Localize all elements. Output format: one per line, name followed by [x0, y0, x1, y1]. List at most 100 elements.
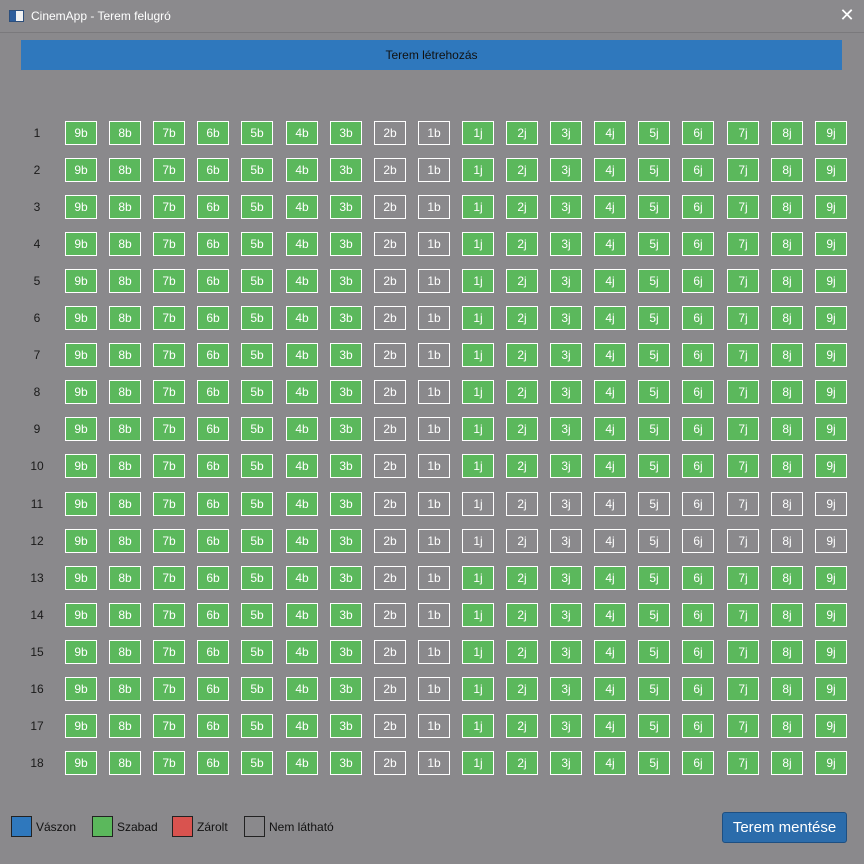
seat-15-9b[interactable]: 9b	[65, 640, 97, 664]
seat-3-3j[interactable]: 3j	[550, 195, 582, 219]
seat-3-4j[interactable]: 4j	[594, 195, 626, 219]
seat-5-4b[interactable]: 4b	[286, 269, 318, 293]
seat-7-7j[interactable]: 7j	[727, 343, 759, 367]
seat-16-4b[interactable]: 4b	[286, 677, 318, 701]
seat-2-9b[interactable]: 9b	[65, 158, 97, 182]
seat-1-4j[interactable]: 4j	[594, 121, 626, 145]
seat-11-3b[interactable]: 3b	[330, 492, 362, 516]
seat-18-5j[interactable]: 5j	[638, 751, 670, 775]
seat-18-2b[interactable]: 2b	[374, 751, 406, 775]
seat-7-1j[interactable]: 1j	[462, 343, 494, 367]
seat-11-2b[interactable]: 2b	[374, 492, 406, 516]
seat-10-1b[interactable]: 1b	[418, 454, 450, 478]
seat-10-7b[interactable]: 7b	[153, 454, 185, 478]
seat-3-4b[interactable]: 4b	[286, 195, 318, 219]
seat-14-3b[interactable]: 3b	[330, 603, 362, 627]
seat-14-4j[interactable]: 4j	[594, 603, 626, 627]
seat-4-3b[interactable]: 3b	[330, 232, 362, 256]
seat-8-9j[interactable]: 9j	[815, 380, 847, 404]
seat-10-9j[interactable]: 9j	[815, 454, 847, 478]
seat-12-8j[interactable]: 8j	[771, 529, 803, 553]
seat-4-4b[interactable]: 4b	[286, 232, 318, 256]
seat-15-2b[interactable]: 2b	[374, 640, 406, 664]
seat-2-5b[interactable]: 5b	[241, 158, 273, 182]
seat-15-5b[interactable]: 5b	[241, 640, 273, 664]
seat-12-9b[interactable]: 9b	[65, 529, 97, 553]
seat-9-2j[interactable]: 2j	[506, 417, 538, 441]
seat-11-4b[interactable]: 4b	[286, 492, 318, 516]
seat-9-5b[interactable]: 5b	[241, 417, 273, 441]
seat-14-7j[interactable]: 7j	[727, 603, 759, 627]
seat-16-6j[interactable]: 6j	[682, 677, 714, 701]
seat-4-2j[interactable]: 2j	[506, 232, 538, 256]
seat-18-6b[interactable]: 6b	[197, 751, 229, 775]
seat-1-9b[interactable]: 9b	[65, 121, 97, 145]
seat-17-7b[interactable]: 7b	[153, 714, 185, 738]
seat-3-6b[interactable]: 6b	[197, 195, 229, 219]
seat-7-2b[interactable]: 2b	[374, 343, 406, 367]
seat-1-4b[interactable]: 4b	[286, 121, 318, 145]
seat-1-5j[interactable]: 5j	[638, 121, 670, 145]
seat-13-8b[interactable]: 8b	[109, 566, 141, 590]
seat-14-5j[interactable]: 5j	[638, 603, 670, 627]
seat-6-8j[interactable]: 8j	[771, 306, 803, 330]
seat-7-6b[interactable]: 6b	[197, 343, 229, 367]
seat-12-7j[interactable]: 7j	[727, 529, 759, 553]
seat-4-7j[interactable]: 7j	[727, 232, 759, 256]
seat-1-1b[interactable]: 1b	[418, 121, 450, 145]
seat-15-5j[interactable]: 5j	[638, 640, 670, 664]
seat-6-5j[interactable]: 5j	[638, 306, 670, 330]
seat-14-2b[interactable]: 2b	[374, 603, 406, 627]
seat-1-7b[interactable]: 7b	[153, 121, 185, 145]
seat-3-2j[interactable]: 2j	[506, 195, 538, 219]
seat-2-1j[interactable]: 1j	[462, 158, 494, 182]
seat-5-4j[interactable]: 4j	[594, 269, 626, 293]
seat-17-8j[interactable]: 8j	[771, 714, 803, 738]
seat-8-4b[interactable]: 4b	[286, 380, 318, 404]
seat-18-2j[interactable]: 2j	[506, 751, 538, 775]
seat-1-3b[interactable]: 3b	[330, 121, 362, 145]
seat-9-6j[interactable]: 6j	[682, 417, 714, 441]
seat-17-1b[interactable]: 1b	[418, 714, 450, 738]
seat-2-6b[interactable]: 6b	[197, 158, 229, 182]
seat-9-5j[interactable]: 5j	[638, 417, 670, 441]
seat-17-4b[interactable]: 4b	[286, 714, 318, 738]
seat-11-1b[interactable]: 1b	[418, 492, 450, 516]
seat-16-1j[interactable]: 1j	[462, 677, 494, 701]
seat-5-3j[interactable]: 3j	[550, 269, 582, 293]
seat-6-6j[interactable]: 6j	[682, 306, 714, 330]
seat-5-9j[interactable]: 9j	[815, 269, 847, 293]
seat-8-6j[interactable]: 6j	[682, 380, 714, 404]
seat-2-3b[interactable]: 3b	[330, 158, 362, 182]
seat-17-2b[interactable]: 2b	[374, 714, 406, 738]
seat-18-6j[interactable]: 6j	[682, 751, 714, 775]
seat-6-4b[interactable]: 4b	[286, 306, 318, 330]
seat-7-3j[interactable]: 3j	[550, 343, 582, 367]
seat-1-2j[interactable]: 2j	[506, 121, 538, 145]
seat-13-1b[interactable]: 1b	[418, 566, 450, 590]
seat-5-2j[interactable]: 2j	[506, 269, 538, 293]
seat-16-9b[interactable]: 9b	[65, 677, 97, 701]
seat-8-1j[interactable]: 1j	[462, 380, 494, 404]
seat-4-9j[interactable]: 9j	[815, 232, 847, 256]
seat-18-3b[interactable]: 3b	[330, 751, 362, 775]
seat-8-7j[interactable]: 7j	[727, 380, 759, 404]
seat-10-3b[interactable]: 3b	[330, 454, 362, 478]
seat-12-5b[interactable]: 5b	[241, 529, 273, 553]
seat-13-5j[interactable]: 5j	[638, 566, 670, 590]
seat-3-7b[interactable]: 7b	[153, 195, 185, 219]
seat-2-7b[interactable]: 7b	[153, 158, 185, 182]
seat-15-1b[interactable]: 1b	[418, 640, 450, 664]
seat-17-1j[interactable]: 1j	[462, 714, 494, 738]
seat-9-3j[interactable]: 3j	[550, 417, 582, 441]
seat-4-6b[interactable]: 6b	[197, 232, 229, 256]
seat-6-1b[interactable]: 1b	[418, 306, 450, 330]
seat-6-3b[interactable]: 3b	[330, 306, 362, 330]
seat-9-1j[interactable]: 1j	[462, 417, 494, 441]
seat-5-7j[interactable]: 7j	[727, 269, 759, 293]
seat-8-2b[interactable]: 2b	[374, 380, 406, 404]
seat-9-2b[interactable]: 2b	[374, 417, 406, 441]
seat-9-4j[interactable]: 4j	[594, 417, 626, 441]
seat-11-9b[interactable]: 9b	[65, 492, 97, 516]
seat-7-2j[interactable]: 2j	[506, 343, 538, 367]
